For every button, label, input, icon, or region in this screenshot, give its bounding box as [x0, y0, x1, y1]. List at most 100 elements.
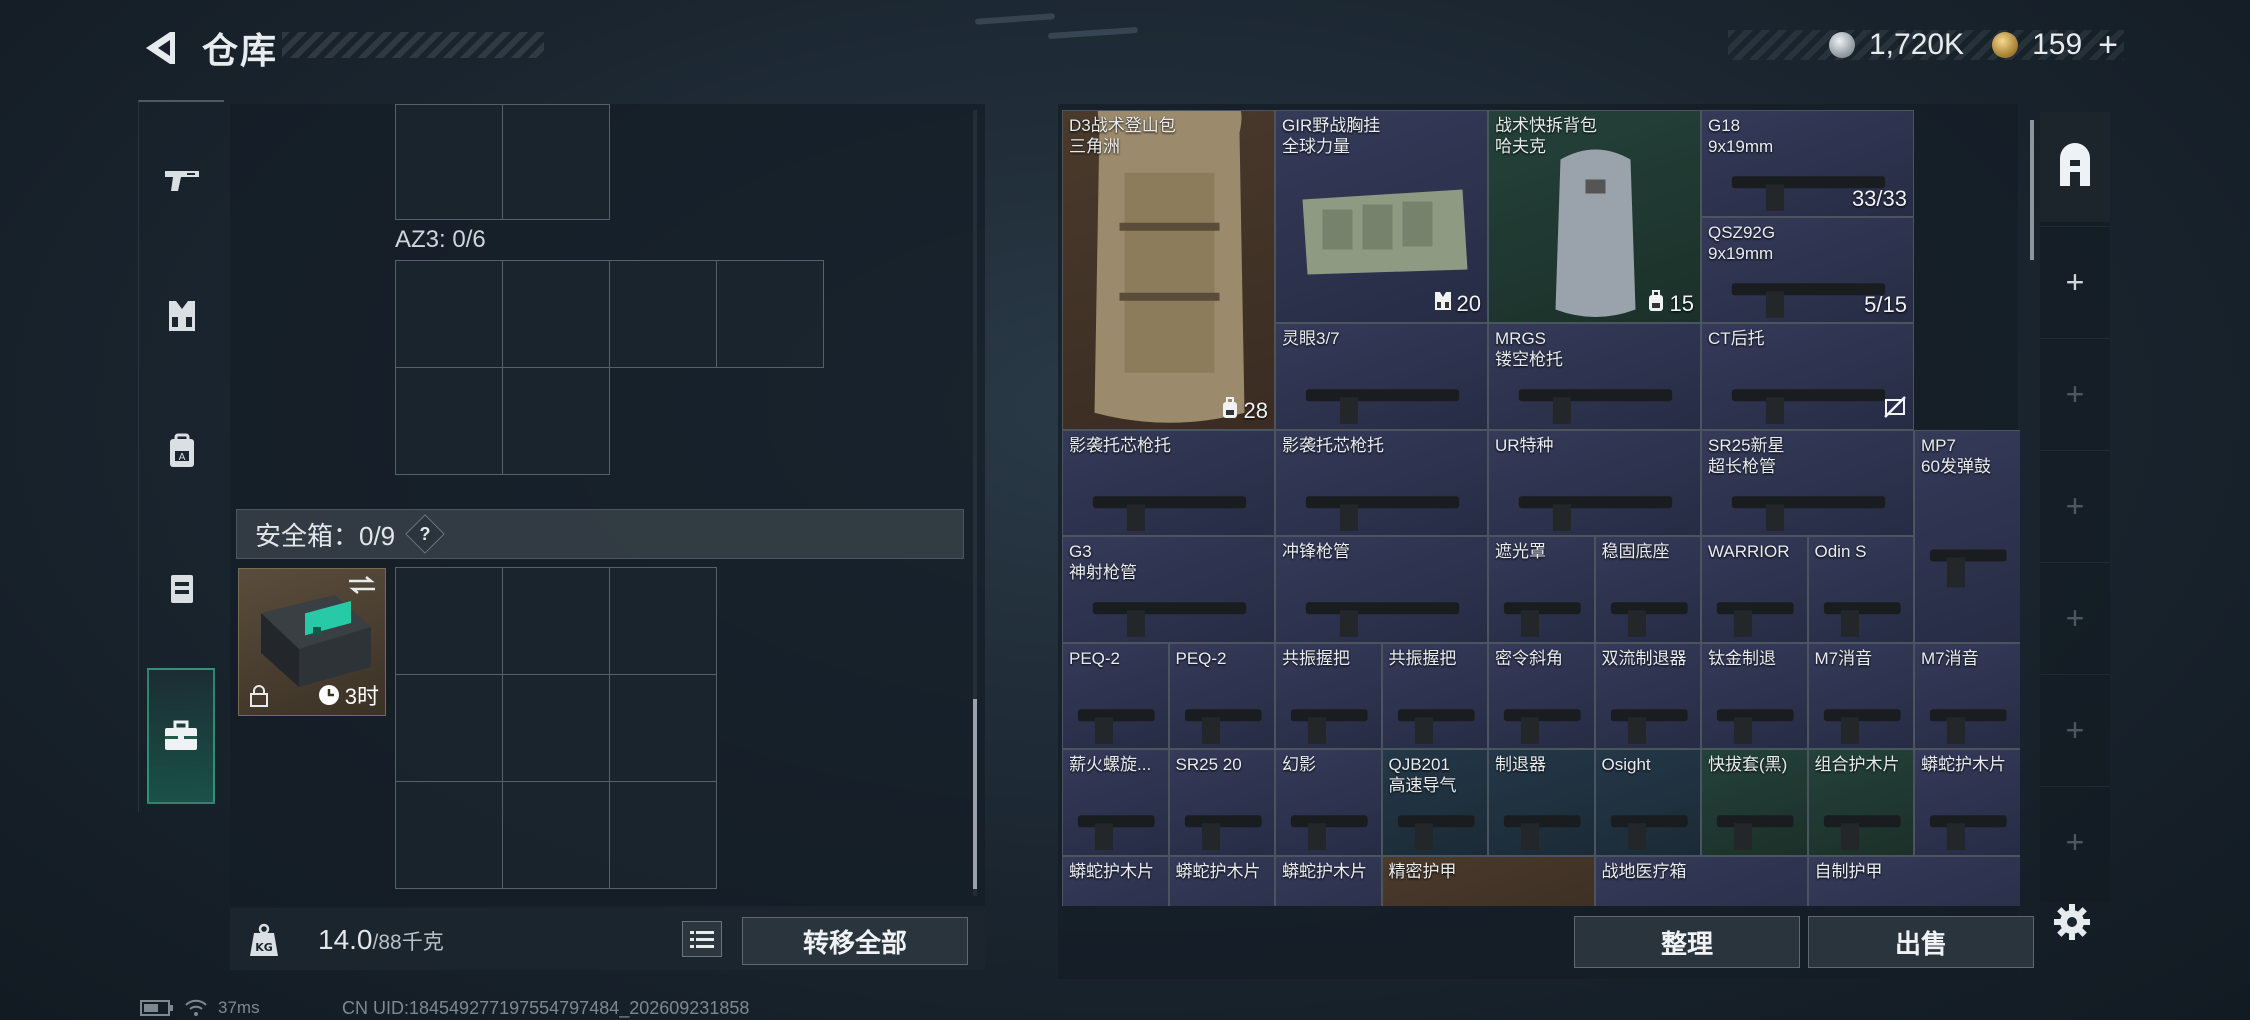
- az3-slot[interactable]: [609, 260, 717, 368]
- stash-item[interactable]: MP7 60发弹鼓: [1914, 429, 2020, 643]
- chest-rig-tab[interactable]: [139, 250, 225, 382]
- stash-item[interactable]: 自制护甲: [1807, 855, 2020, 906]
- stash-item[interactable]: 共振握把: [1381, 642, 1488, 749]
- stash-item[interactable]: 蟒蛇护木片: [1168, 855, 1275, 906]
- stash-item[interactable]: QSZ92G 9x19mm 5/15: [1701, 216, 1914, 323]
- locked-stash-tab[interactable]: +: [2040, 338, 2110, 450]
- sort-button[interactable]: 整理: [1574, 916, 1800, 968]
- locked-stash-tab[interactable]: +: [2040, 786, 2110, 898]
- safe-box-slot[interactable]: [502, 781, 610, 889]
- safe-box-slot[interactable]: [502, 567, 610, 675]
- item-name: 双流制退器: [1601, 648, 1687, 668]
- stash-item[interactable]: 钛金制退: [1701, 642, 1808, 749]
- chest-rig-icon: [169, 301, 195, 331]
- safe-box-slot[interactable]: [502, 674, 610, 782]
- stash-item[interactable]: QJB201 高速导气: [1381, 749, 1488, 856]
- transfer-all-button[interactable]: 转移全部: [742, 917, 968, 965]
- safe-box-tab[interactable]: [147, 668, 215, 804]
- item-name: 稳固底座: [1601, 542, 1670, 561]
- item-name: 自制护甲: [1814, 861, 1883, 881]
- safe-box-slot[interactable]: [609, 567, 717, 675]
- safe-box-slot[interactable]: [395, 567, 503, 675]
- inventory-container-panel: AZ3: 0/6 安全箱：0/9 ? 3时: [230, 104, 985, 906]
- safe-box-slot[interactable]: [395, 781, 503, 889]
- sell-button[interactable]: 出售: [1808, 916, 2034, 968]
- stash-item[interactable]: 双流制退器: [1594, 642, 1701, 749]
- stash-item[interactable]: PEQ-2: [1168, 642, 1275, 749]
- back-arrow-icon[interactable]: [140, 28, 180, 68]
- stash-item[interactable]: 薪火螺旋...: [1062, 749, 1169, 856]
- left-scrollbar[interactable]: [973, 699, 977, 889]
- stash-item[interactable]: 幻影: [1275, 749, 1382, 856]
- az3-slot[interactable]: [502, 260, 610, 368]
- stash-item[interactable]: 密令斜角: [1488, 642, 1595, 749]
- stash-item[interactable]: Odin S: [1807, 536, 1914, 643]
- briefcase-icon: [165, 720, 197, 750]
- container-slot[interactable]: [395, 104, 503, 220]
- stash-item[interactable]: 灵眼3/7: [1275, 323, 1488, 430]
- container-slot[interactable]: [502, 104, 610, 220]
- stash-item[interactable]: 快拔套(黑): [1701, 749, 1808, 856]
- safe-box-item[interactable]: 3时: [238, 568, 386, 716]
- stash-item[interactable]: 蟒蛇护木片: [1062, 855, 1169, 906]
- stash-item[interactable]: 战术快拆背包 哈夫克 15: [1488, 110, 1701, 323]
- stash-item[interactable]: WARRIOR: [1701, 536, 1808, 643]
- stash-item[interactable]: 战地医疗箱: [1594, 855, 1808, 906]
- stash-item[interactable]: D3战术登山包 三角洲 28: [1062, 110, 1275, 430]
- stash-item[interactable]: PEQ-2: [1062, 642, 1169, 749]
- swap-icon[interactable]: [347, 575, 377, 595]
- stash-item[interactable]: M7消音: [1914, 642, 2020, 749]
- stash-item[interactable]: 遮光罩: [1488, 536, 1595, 643]
- stash-item[interactable]: G18 9x19mm 33/33: [1701, 110, 1914, 217]
- stash-item[interactable]: UR特种: [1488, 429, 1701, 536]
- stash-item[interactable]: GIR野战胸挂 全球力量 20: [1275, 110, 1488, 323]
- safe-box-slot[interactable]: [395, 674, 503, 782]
- add-currency-button[interactable]: +: [2098, 28, 2118, 62]
- stash-item[interactable]: 影袭托芯枪托: [1062, 429, 1275, 536]
- stash-item[interactable]: CT后托: [1701, 323, 1914, 430]
- safe-box-slot[interactable]: [609, 674, 717, 782]
- stash-item[interactable]: 组合护木片: [1807, 749, 1914, 856]
- az3-slot[interactable]: [395, 260, 503, 368]
- stash-item[interactable]: SR25 20: [1168, 749, 1275, 856]
- az3-slot[interactable]: [716, 260, 824, 368]
- safe-box-slot[interactable]: [609, 781, 717, 889]
- item-name: WARRIOR: [1708, 542, 1790, 561]
- stash-item[interactable]: G3 神射枪管: [1062, 536, 1275, 643]
- stash-tab-main[interactable]: [2040, 112, 2110, 222]
- item-name: 快拔套(黑): [1708, 755, 1788, 774]
- list-view-button[interactable]: [682, 921, 722, 957]
- stash-item[interactable]: Osight: [1594, 749, 1701, 856]
- item-name: G18 9x19mm: [1708, 116, 1774, 156]
- stash-item[interactable]: 冲锋枪管: [1275, 536, 1488, 643]
- stash-item[interactable]: 稳固底座: [1594, 536, 1701, 643]
- stash-item[interactable]: SR25新星 超长枪管: [1701, 429, 1914, 536]
- stash-item[interactable]: 共振握把: [1275, 642, 1382, 749]
- locked-stash-tab[interactable]: +: [2040, 562, 2110, 674]
- az3-slot[interactable]: [502, 367, 610, 475]
- settings-gear-icon[interactable]: [2052, 902, 2092, 942]
- stash-item[interactable]: MRGS 镂空枪托: [1488, 323, 1701, 430]
- stash-item[interactable]: 蟒蛇护木片: [1275, 855, 1382, 906]
- stash-item[interactable]: 蟒蛇护木片: [1914, 749, 2020, 856]
- stash-item[interactable]: 影袭托芯枪托: [1275, 429, 1488, 536]
- wifi-icon: [185, 999, 207, 1016]
- locked-stash-tab[interactable]: +: [2040, 674, 2110, 786]
- item-name: 共振握把: [1388, 648, 1457, 668]
- stash-item[interactable]: 精密护甲: [1381, 855, 1595, 906]
- az3-slot[interactable]: [395, 367, 503, 475]
- pouch-tab[interactable]: [139, 522, 225, 654]
- add-stash-tab-button[interactable]: +: [2040, 226, 2110, 338]
- locked-stash-tab[interactable]: +: [2040, 450, 2110, 562]
- battery-icon: [140, 1000, 173, 1016]
- stash-item[interactable]: M7消音: [1807, 642, 1914, 749]
- weight-readout: 14.0/88千克: [318, 924, 444, 956]
- ping-text: 37ms: [218, 998, 260, 1017]
- list-icon: [690, 931, 714, 948]
- backpack-tab[interactable]: A: [139, 386, 225, 518]
- stash-item[interactable]: 制退器: [1488, 749, 1595, 856]
- weapon-tab[interactable]: [139, 114, 225, 246]
- item-name: 蟒蛇护木片: [1175, 861, 1261, 881]
- help-button[interactable]: ?: [405, 514, 445, 554]
- stash-scrollbar[interactable]: [2030, 120, 2034, 260]
